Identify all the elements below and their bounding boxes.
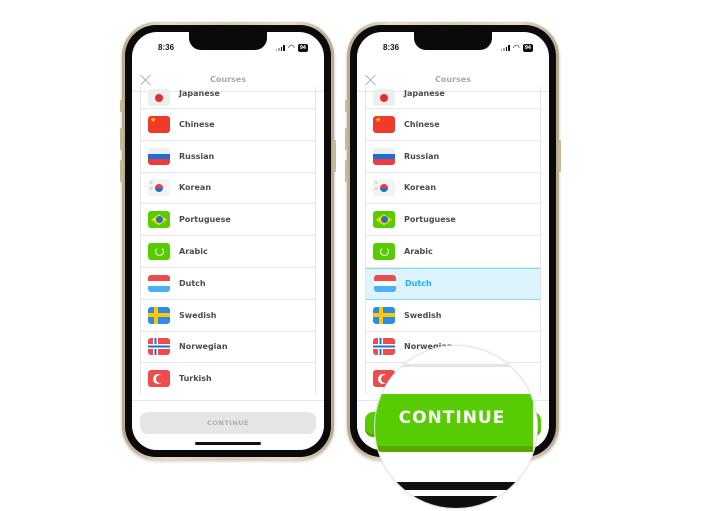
wifi-icon: ◠: [512, 43, 520, 52]
course-item-korean[interactable]: Korean: [141, 173, 315, 205]
course-item-chinese[interactable]: Chinese: [141, 109, 315, 141]
course-label: Russian: [179, 151, 215, 161]
course-label: Turkish: [179, 374, 212, 384]
course-label: Dutch: [179, 278, 206, 288]
arabic-flag-icon: [148, 243, 170, 261]
course-item-portuguese[interactable]: Portuguese: [141, 204, 315, 237]
course-item-russian[interactable]: Russian: [141, 141, 315, 173]
status-icons: ◠ 94: [275, 43, 308, 52]
course-item-korean[interactable]: Korean: [366, 173, 540, 205]
status-icons: ◠ 94: [500, 43, 533, 52]
course-label: Korean: [179, 183, 212, 193]
course-label: Korean: [404, 183, 437, 193]
course-item-arabic[interactable]: Arabic: [366, 236, 540, 268]
magnified-phone-edge: [405, 496, 497, 508]
side-button: [120, 128, 123, 150]
course-label: Swedish: [404, 310, 442, 320]
course-label: Portuguese: [179, 215, 231, 225]
course-label: Japanese: [404, 89, 445, 98]
battery-icon: 94: [522, 44, 533, 52]
status-bar: 8:36 ◠ 94: [357, 38, 549, 52]
course-item-swedish[interactable]: Swedish: [366, 300, 540, 332]
korean-flag-icon: [148, 179, 170, 197]
course-label: Chinese: [179, 119, 215, 129]
magnifier-callout: CONTINUE: [374, 345, 538, 509]
side-button: [558, 140, 561, 172]
chinese-flag-icon: [373, 115, 395, 133]
chinese-flag-icon: [148, 115, 170, 133]
course-label: Russian: [404, 151, 440, 161]
swedish-flag-icon: [148, 306, 170, 324]
course-label: Japanese: [179, 89, 220, 98]
home-indicator: [195, 442, 261, 445]
continue-button-disabled[interactable]: CONTINUE: [140, 412, 316, 434]
portuguese-flag-icon: [373, 211, 395, 229]
page-title: Courses: [210, 75, 246, 84]
japanese-flag-icon: [373, 89, 395, 106]
side-button: [345, 100, 348, 112]
signal-icon: [275, 45, 285, 51]
course-label: Swedish: [179, 310, 217, 320]
course-label: Portuguese: [404, 215, 456, 225]
japanese-flag-icon: [148, 89, 170, 106]
course-label: Arabic: [404, 247, 433, 257]
side-button: [333, 140, 336, 172]
course-item-arabic[interactable]: Arabic: [141, 236, 315, 268]
status-time: 8:36: [383, 43, 400, 52]
side-button: [120, 100, 123, 112]
wifi-icon: ◠: [287, 43, 295, 52]
course-item-japanese[interactable]: Japanese: [366, 87, 540, 109]
course-label: Arabic: [179, 247, 208, 257]
page-title: Courses: [435, 75, 471, 84]
dutch-flag-icon: [374, 275, 396, 293]
status-time: 8:36: [158, 43, 175, 52]
portuguese-flag-icon: [148, 211, 170, 229]
battery-icon: 94: [297, 44, 308, 52]
course-label: Norwegian: [179, 342, 228, 352]
magnified-home-bar: [395, 482, 519, 490]
korean-flag-icon: [373, 179, 395, 197]
magnifier-divider: [375, 364, 537, 367]
course-item-portuguese[interactable]: Portuguese: [366, 204, 540, 237]
norwegian-flag-icon: [148, 338, 170, 356]
russian-flag-icon: [373, 147, 395, 165]
side-button: [120, 160, 123, 182]
norwegian-flag-icon: [373, 338, 395, 356]
side-button: [345, 128, 348, 150]
course-item-dutch-selected[interactable]: Dutch: [366, 267, 540, 300]
course-label: Dutch: [405, 279, 432, 289]
course-item-dutch[interactable]: Dutch: [141, 268, 315, 300]
phone-left: 8:36 ◠ 94 Courses Japanese Chinese Russi…: [122, 22, 334, 460]
footer: CONTINUE: [132, 400, 324, 450]
arabic-flag-icon: [373, 243, 395, 261]
swedish-flag-icon: [373, 306, 395, 324]
course-item-turkish[interactable]: Turkish: [141, 363, 315, 394]
status-bar: 8:36 ◠ 94: [132, 38, 324, 52]
magnified-continue-button[interactable]: CONTINUE: [375, 394, 533, 446]
dutch-flag-icon: [148, 274, 170, 292]
course-list[interactable]: Japanese Chinese Russian Korean Portugue…: [140, 87, 316, 394]
course-item-japanese[interactable]: Japanese: [141, 87, 315, 109]
russian-flag-icon: [148, 147, 170, 165]
course-item-norwegian[interactable]: Norwegian: [141, 332, 315, 364]
phone-bezel: 8:36 ◠ 94 Courses Japanese Chinese Russi…: [125, 25, 331, 457]
course-label: Chinese: [404, 119, 440, 129]
side-button: [345, 160, 348, 182]
signal-icon: [500, 45, 510, 51]
course-item-russian[interactable]: Russian: [366, 141, 540, 173]
phone-screen: 8:36 ◠ 94 Courses Japanese Chinese Russi…: [132, 32, 324, 450]
course-item-chinese[interactable]: Chinese: [366, 109, 540, 141]
course-item-swedish[interactable]: Swedish: [141, 300, 315, 332]
turkish-flag-icon: [148, 370, 170, 388]
